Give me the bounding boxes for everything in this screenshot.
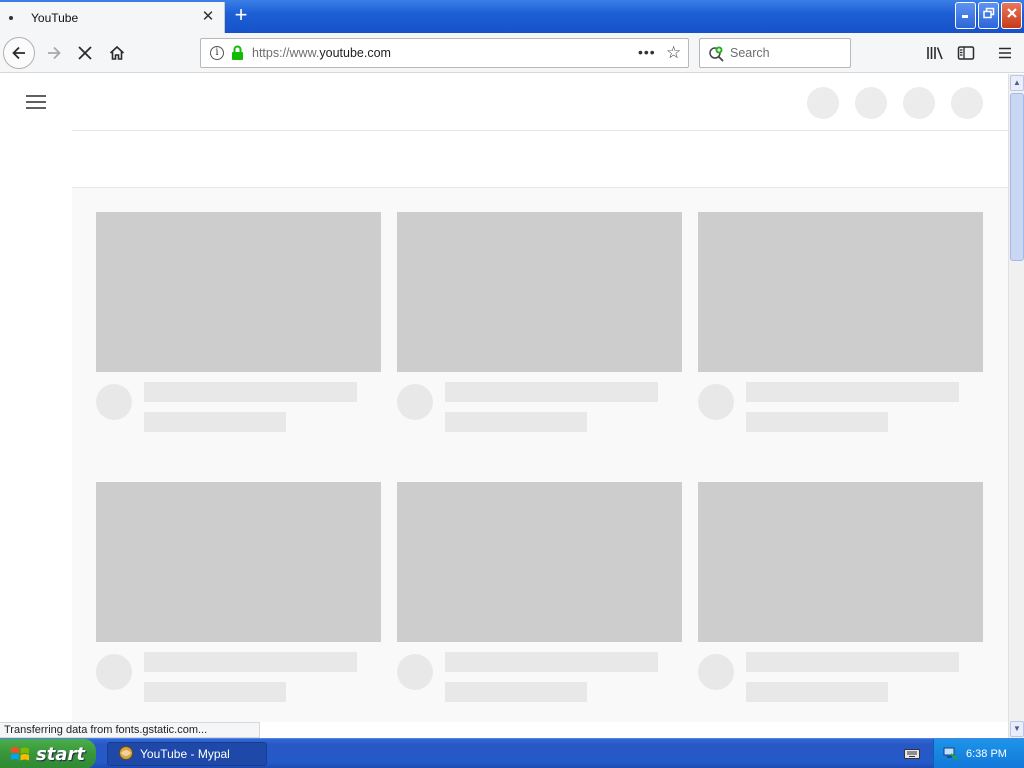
title-placeholder xyxy=(445,652,658,672)
search-icon xyxy=(708,45,726,66)
windows-taskbar: start YouTube - Mypal 6:38 PM xyxy=(0,738,1024,768)
back-button[interactable] xyxy=(3,37,35,69)
page-viewport xyxy=(0,74,1008,722)
thumbnail-placeholder xyxy=(96,482,381,642)
meta-placeholder xyxy=(144,412,286,432)
sidebar-icon xyxy=(957,46,975,60)
status-text: Transferring data from fonts.gstatic.com… xyxy=(0,722,260,738)
page-actions-icon[interactable]: ••• xyxy=(638,44,656,60)
meta-placeholder xyxy=(445,412,587,432)
search-box[interactable] xyxy=(699,38,851,68)
masthead-placeholder-icon xyxy=(855,87,887,119)
title-placeholder xyxy=(746,652,959,672)
sidebar-button[interactable] xyxy=(955,42,977,64)
thumbnail-placeholder xyxy=(698,482,983,642)
video-card-placeholder[interactable] xyxy=(397,482,682,702)
start-button[interactable]: start xyxy=(0,739,96,768)
meta-placeholder xyxy=(746,412,888,432)
channel-avatar-placeholder xyxy=(698,384,734,420)
home-button[interactable] xyxy=(106,42,128,64)
menu-button[interactable] xyxy=(994,42,1016,64)
channel-avatar-placeholder xyxy=(397,654,433,690)
close-window-button[interactable] xyxy=(1001,2,1022,29)
browser-titlebar: YouTube ✕ + xyxy=(0,0,1024,33)
site-info-icon[interactable]: i xyxy=(210,46,224,60)
channel-avatar-placeholder xyxy=(698,654,734,690)
address-bar[interactable]: i https://www.youtube.com ••• ☆ xyxy=(200,38,689,68)
keyboard-icon[interactable] xyxy=(904,748,920,763)
masthead-placeholder-icon xyxy=(951,87,983,119)
channel-avatar-placeholder xyxy=(397,384,433,420)
scrollbar-thumb[interactable] xyxy=(1010,93,1024,261)
network-icon[interactable] xyxy=(942,745,958,764)
home-icon xyxy=(109,45,125,60)
thumbnail-placeholder xyxy=(96,212,381,372)
video-card-placeholder[interactable] xyxy=(397,212,682,432)
forward-arrow-icon xyxy=(48,46,61,60)
stop-x-icon xyxy=(78,46,92,60)
system-tray: 6:38 PM xyxy=(933,739,1024,768)
guide-menu-icon[interactable] xyxy=(26,95,46,109)
thumbnail-placeholder xyxy=(397,212,682,372)
bookmark-star-icon[interactable]: ☆ xyxy=(666,43,681,63)
masthead-placeholder-icon xyxy=(807,87,839,119)
taskbar-item-mypal[interactable]: YouTube - Mypal xyxy=(107,742,267,766)
close-icon xyxy=(1006,8,1017,18)
meta-placeholder xyxy=(144,682,286,702)
tab-youtube[interactable]: YouTube ✕ xyxy=(0,2,225,33)
forward-button[interactable] xyxy=(43,42,65,64)
minimize-button[interactable] xyxy=(955,2,976,29)
start-label: start xyxy=(36,743,85,765)
channel-avatar-placeholder xyxy=(96,384,132,420)
stop-button[interactable] xyxy=(74,42,96,64)
scroll-down-icon[interactable]: ▼ xyxy=(1010,721,1024,737)
channel-avatar-placeholder xyxy=(96,654,132,690)
minimize-icon xyxy=(961,15,968,18)
address-url[interactable]: https://www.youtube.com xyxy=(252,46,391,60)
tab-loading-icon xyxy=(9,16,13,20)
thumbnail-placeholder xyxy=(698,212,983,372)
title-placeholder xyxy=(144,382,357,402)
library-icon xyxy=(927,47,943,60)
scroll-up-icon[interactable]: ▲ xyxy=(1010,75,1024,91)
thumbnail-placeholder xyxy=(397,482,682,642)
title-placeholder xyxy=(144,652,357,672)
meta-placeholder xyxy=(746,682,888,702)
chip-bar xyxy=(72,131,1008,188)
back-arrow-icon xyxy=(12,46,25,60)
title-placeholder xyxy=(445,382,658,402)
video-card-placeholder[interactable] xyxy=(96,482,381,702)
meta-placeholder xyxy=(445,682,587,702)
mypal-app-icon xyxy=(118,745,134,764)
taskbar-item-label: YouTube - Mypal xyxy=(140,747,230,761)
title-placeholder xyxy=(746,382,959,402)
masthead-placeholder-icon xyxy=(903,87,935,119)
library-button[interactable] xyxy=(924,42,946,64)
new-tab-button[interactable]: + xyxy=(230,4,252,27)
video-grid xyxy=(72,188,1008,722)
lock-icon[interactable] xyxy=(231,45,244,64)
menu-icon xyxy=(999,47,1011,59)
restore-button[interactable] xyxy=(978,2,999,29)
video-card-placeholder[interactable] xyxy=(698,482,983,702)
restore-icon xyxy=(982,7,994,19)
video-card-placeholder[interactable] xyxy=(96,212,381,432)
search-input[interactable] xyxy=(730,46,845,60)
windows-flag-icon xyxy=(10,745,30,763)
youtube-masthead xyxy=(72,74,1008,131)
tab-title: YouTube xyxy=(31,11,79,25)
vertical-scrollbar[interactable]: ▲ ▼ xyxy=(1008,74,1024,738)
navigation-toolbar: i https://www.youtube.com ••• ☆ xyxy=(0,33,1024,73)
video-card-placeholder[interactable] xyxy=(698,212,983,432)
clock: 6:38 PM xyxy=(966,748,1007,760)
tab-close-icon[interactable]: ✕ xyxy=(199,8,217,26)
